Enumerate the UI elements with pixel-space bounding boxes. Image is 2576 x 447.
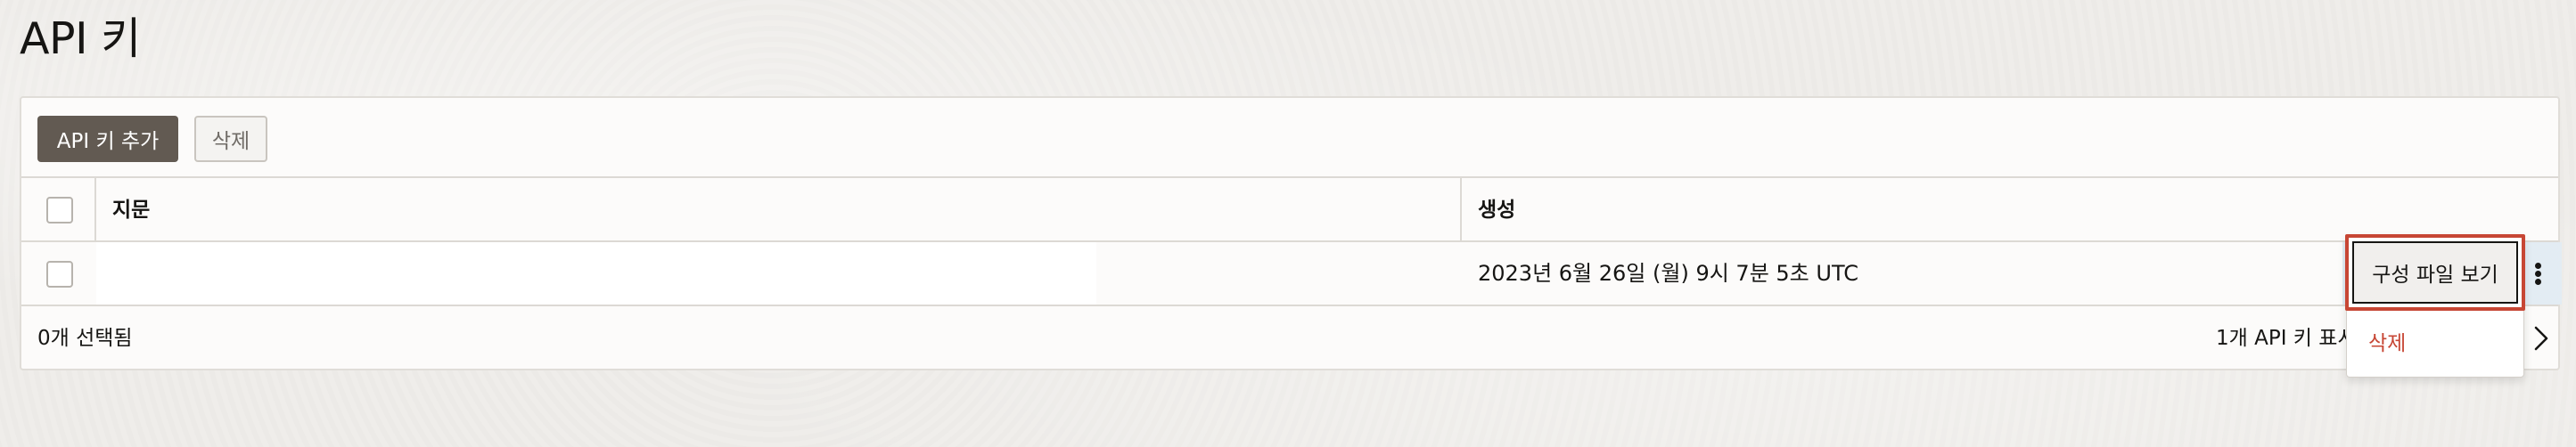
delete-menu-item[interactable]: 삭제 [2368,321,2406,366]
column-header-fingerprint[interactable]: 지문 [112,178,150,242]
row-actions-menu: 구성 파일 보기 삭제 [2345,234,2525,378]
toolbar: API 키 추가 삭제 [21,98,2558,178]
view-config-file-label: 구성 파일 보기 [2352,241,2518,304]
page-title: API 키 [20,13,141,64]
table-row: 2023년 6월 26일 (월) 9시 7분 5초 UTC [21,242,2562,306]
table-header: 지문 생성 [21,178,2558,242]
selected-count: 0개 선택됨 [37,327,133,350]
view-config-file-menu-item[interactable]: 구성 파일 보기 [2345,234,2525,311]
select-all-checkbox[interactable] [46,197,73,224]
add-api-key-button[interactable]: API 키 추가 [37,116,178,162]
column-header-created[interactable]: 생성 [1478,178,1515,242]
api-keys-panel: API 키 추가 삭제 지문 생성 2023년 6월 26일 (월) 9시 7분… [20,96,2562,370]
created-cell: 2023년 6월 26일 (월) 9시 7분 5초 UTC [1478,261,1858,286]
fingerprint-cell [96,242,1096,305]
chevron-right-icon[interactable] [2526,324,2555,353]
row-checkbox[interactable] [46,261,73,288]
column-divider [1460,178,1462,242]
table-footer: 0개 선택됨 1개 API 키 표시 중 [21,306,2558,370]
select-all-cell [21,178,96,242]
delete-button[interactable]: 삭제 [194,116,267,162]
